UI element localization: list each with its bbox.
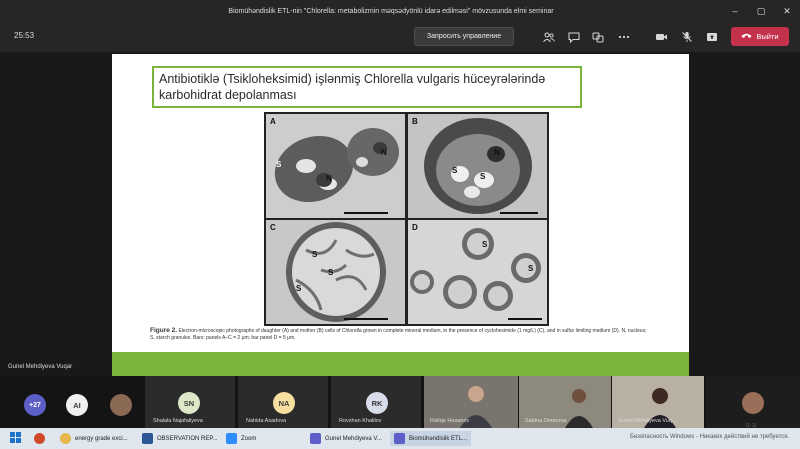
taskbar-app-label: Gunel Mehdiyeva V...: [325, 435, 382, 442]
window-titlebar: Biomühəndislik ETL-nin "Chlorella: metab…: [0, 0, 800, 22]
taskbar-app-label: energy grade exci...: [75, 435, 128, 442]
micrograph-figure: A S N N B N S S C S S S D S S: [264, 112, 549, 326]
panel-c-mark: S: [328, 268, 334, 277]
leave-label: Выйти: [756, 32, 779, 41]
windows-icon: [10, 432, 21, 445]
teams-icon: [394, 433, 405, 444]
request-control-button[interactable]: Запросить управление: [414, 27, 514, 46]
caption-figure-number: Figure 2.: [150, 327, 178, 334]
word-icon: [142, 433, 153, 444]
start-button[interactable]: [6, 431, 25, 446]
panel-label-a: A: [270, 117, 276, 126]
micrograph-panel-d: D S S: [408, 220, 547, 324]
caption-text: Electron-microscopic photographs of daug…: [150, 328, 647, 341]
participant-tile[interactable]: NA Nahida Asadova: [238, 376, 328, 428]
taskbar-app-browser[interactable]: energy grade exci...: [56, 431, 132, 446]
minimize-button[interactable]: –: [722, 0, 748, 22]
system-clock: 11:11: [745, 423, 757, 429]
participant-video-tile[interactable]: Gunel Mehdiyeva Vuq...: [612, 376, 704, 428]
panel-a-mark: N: [326, 174, 332, 183]
participant-video-tile[interactable]: Rafiqe Hasanov: [424, 376, 518, 428]
panel-c-mark: S: [312, 250, 318, 259]
reactions-icon[interactable]: [591, 30, 605, 44]
leave-button[interactable]: Выйти: [731, 27, 789, 46]
taskbar-app-teams[interactable]: Gunel Mehdiyeva V...: [306, 431, 386, 446]
shared-screen-stage: Antibiotiklə (Tsikloheksimid) işlənmiş C…: [0, 52, 800, 378]
teams-icon: [310, 433, 321, 444]
panel-label-b: B: [412, 117, 418, 126]
taskbar-app-zoom[interactable]: Zoom: [222, 431, 260, 446]
taskbar-app-label: Biomühəndislik ETL...: [409, 435, 468, 442]
figure-caption: Figure 2. Electron-microscopic photograp…: [150, 327, 650, 341]
taskbar-app-label: OBSERVATION REP...: [157, 435, 218, 442]
participant-name: Sabina Omarova: [525, 418, 567, 424]
participant-tile[interactable]: RK Rovshan Khalilov: [331, 376, 421, 428]
presentation-slide: Antibiotiklə (Tsikloheksimid) işlənmiş C…: [112, 54, 689, 378]
window-title: Biomühəndislik ETL-nin "Chlorella: metab…: [228, 7, 554, 15]
chat-icon[interactable]: [567, 30, 581, 44]
meeting-toolbar: 25:53 Запросить управление Выйти: [0, 22, 800, 52]
taskbar-app-powerpoint[interactable]: [30, 431, 49, 446]
people-icon[interactable]: [542, 30, 556, 44]
taskbar-app-word[interactable]: OBSERVATION REP...: [138, 431, 222, 446]
avatar: RK: [366, 392, 388, 414]
participant-tile[interactable]: SN Shalala Najafaliyeva: [145, 376, 235, 428]
panel-b-mark: N: [494, 148, 500, 157]
phone-icon: [741, 32, 752, 41]
close-button[interactable]: ✕: [774, 0, 800, 22]
avatar: SN: [178, 392, 200, 414]
participant-name: Rovshan Khalilov: [339, 418, 382, 424]
maximize-button[interactable]: ▢: [748, 0, 774, 22]
camera-icon[interactable]: [654, 30, 668, 44]
slide-title: Antibiotiklə (Tsikloheksimid) işlənmiş C…: [152, 66, 582, 108]
panel-label-d: D: [412, 223, 418, 232]
participant-name: Rafiqe Hasanov: [430, 418, 470, 424]
panel-a-mark: N: [381, 148, 387, 157]
participant-name: Gunel Mehdiyeva Vuq...: [618, 418, 677, 424]
participant-overflow-tile[interactable]: +27 AI: [0, 376, 145, 428]
panel-b-mark: S: [480, 172, 486, 181]
more-icon[interactable]: [617, 30, 631, 44]
participant-name: Nahida Asadova: [246, 418, 287, 424]
overflow-count[interactable]: +27: [24, 394, 46, 416]
avatar-photo: [742, 392, 764, 414]
avatar: AI: [66, 394, 88, 416]
taskbar-app-label: Zoom: [241, 435, 257, 442]
self-view-tile[interactable]: [706, 376, 800, 428]
participant-strip: +27 AI SN Shalala Najafaliyeva NA Nahida…: [0, 376, 800, 428]
panel-label-c: C: [270, 223, 276, 232]
micrograph-panel-a: A S N N: [266, 114, 405, 218]
participant-video-tile[interactable]: Sabina Omarova: [519, 376, 611, 428]
presenter-label: Gunel Mehdiyeva Vuqar: [8, 364, 73, 370]
avatar: NA: [273, 392, 295, 414]
panel-b-mark: S: [452, 166, 458, 175]
participant-name: Shalala Najafaliyeva: [153, 418, 203, 424]
panel-a-mark: S: [276, 160, 282, 169]
meeting-timer: 25:53: [14, 31, 35, 40]
panel-d-mark: S: [528, 264, 534, 273]
micrograph-panel-b: B N S S: [408, 114, 547, 218]
slide-footer-bar: [112, 352, 689, 378]
micrograph-panel-c: C S S S: [266, 220, 405, 324]
mic-off-icon[interactable]: [680, 30, 694, 44]
powerpoint-icon: [34, 433, 45, 444]
share-screen-icon[interactable]: [705, 30, 719, 44]
panel-d-mark: S: [482, 240, 488, 249]
avatar-photo: [110, 394, 132, 416]
panel-c-mark: S: [296, 284, 302, 293]
chrome-icon: [60, 433, 71, 444]
security-notification[interactable]: Безопасность Windows - Никаких действий …: [630, 434, 789, 440]
zoom-icon: [226, 433, 237, 444]
taskbar-app-teams-meeting[interactable]: Biomühəndislik ETL...: [390, 431, 472, 446]
teams-meeting-window: Biomühəndislik ETL-nin "Chlorella: metab…: [0, 0, 800, 449]
